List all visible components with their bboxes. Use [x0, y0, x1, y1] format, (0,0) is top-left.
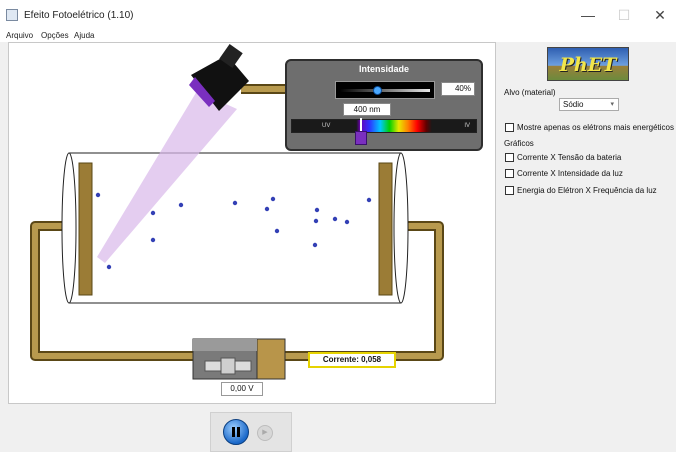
wavelength-handle[interactable] [355, 131, 367, 145]
close-button[interactable]: ✕ [642, 4, 676, 26]
vacuum-tube [61, 152, 409, 304]
intensity-slider[interactable] [335, 81, 435, 99]
electron [344, 219, 350, 225]
graph-option-label-3: Energia do Elétron X Frequência da luz [517, 186, 657, 195]
graph-option-label-1: Corrente X Tensão da bateria [517, 153, 622, 162]
electron [150, 237, 156, 243]
uv-label: UV [322, 123, 331, 129]
intensity-value[interactable]: 40% [441, 82, 475, 96]
chevron-down-icon: ▾ [610, 101, 614, 108]
step-button[interactable]: ▶ [257, 425, 273, 441]
electron [312, 242, 318, 248]
bottom-bar: ▶ [0, 404, 500, 452]
electron [274, 228, 280, 234]
menu-ajuda[interactable]: Ajuda [74, 31, 94, 40]
menu-arquivo[interactable]: Arquivo [6, 31, 33, 40]
menu-bar: Arquivo Opções Ajuda [0, 30, 676, 42]
graph-option-checkbox-1[interactable] [505, 153, 514, 162]
electron [313, 218, 319, 224]
electron [150, 210, 156, 216]
electron [332, 216, 338, 222]
phet-logo-text: PhET [559, 54, 617, 76]
playback-controls: ▶ [210, 412, 292, 452]
pause-icon [232, 427, 235, 437]
current-label: Corrente: 0,058 [308, 352, 396, 368]
pause-button[interactable] [223, 419, 249, 445]
step-icon: ▶ [262, 429, 268, 436]
battery [192, 338, 286, 380]
control-panel: PhET Alvo (material) Sódio ▾ Mostre apen… [500, 42, 676, 452]
target-plate [78, 162, 93, 296]
electron [95, 192, 101, 198]
target-select-value: Sódio [563, 100, 584, 109]
graphs-title: Gráficos [504, 139, 534, 148]
electron [366, 197, 372, 203]
intensity-panel: Intensidade 40% 400 nm UV IV [285, 59, 483, 151]
menu-opcoes[interactable]: Opções [41, 31, 69, 40]
electron [314, 207, 320, 213]
intensity-knob[interactable] [373, 86, 383, 95]
intensity-title: Intensidade [358, 64, 409, 74]
voltage-field[interactable]: 0,00 V [221, 382, 263, 396]
electron [270, 196, 276, 202]
phet-logo[interactable]: PhET [547, 47, 629, 81]
electron [106, 264, 112, 270]
collector-plate [378, 162, 393, 296]
only-energetic-label: Mostre apenas os elétrons mais energétic… [517, 123, 674, 132]
graph-option-checkbox-3[interactable] [505, 186, 514, 195]
app-icon [6, 9, 18, 21]
electron [232, 200, 238, 206]
wavelength-indicator [360, 118, 362, 132]
title-bar: Efeito Fotoelétrico (1.10) — ☐ ✕ [0, 0, 676, 30]
window-title: Efeito Fotoelétrico (1.10) [24, 10, 134, 21]
minimize-button[interactable]: — [570, 4, 606, 26]
wavelength-value[interactable]: 400 nm [343, 103, 391, 116]
target-select[interactable]: Sódio ▾ [559, 98, 619, 111]
maximize-button[interactable]: ☐ [606, 4, 642, 26]
ir-label: IV [464, 123, 470, 129]
only-energetic-checkbox[interactable] [505, 123, 514, 132]
electron [178, 202, 184, 208]
wavelength-spectrum[interactable]: UV IV [291, 119, 477, 133]
target-label: Alvo (material) [504, 88, 556, 97]
simulation-canvas: Intensidade 40% 400 nm UV IV Corrente: 0… [8, 42, 496, 404]
electron [264, 206, 270, 212]
graph-option-checkbox-2[interactable] [505, 169, 514, 178]
intensity-track [340, 89, 430, 92]
pause-icon-bar [237, 427, 240, 437]
graph-option-label-2: Corrente X Intensidade da luz [517, 169, 623, 178]
